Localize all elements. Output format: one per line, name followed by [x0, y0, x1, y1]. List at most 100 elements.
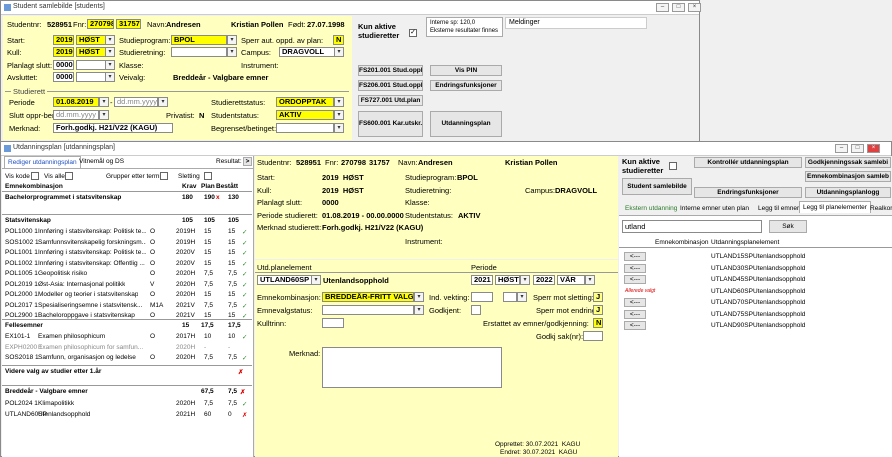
vis-kode-checkbox[interactable] — [31, 172, 39, 180]
periode-year-field[interactable]: 2021 — [471, 275, 493, 285]
add-arrow-button[interactable]: <--- — [624, 275, 646, 284]
fs600-button[interactable]: FS600.001 Kar.utskr. — [358, 111, 423, 137]
periode-to-dropdown[interactable]: ▾ — [158, 97, 168, 107]
slutt-dropdown[interactable]: ▾ — [99, 110, 109, 120]
avsluttet-term-dropdown[interactable]: ▾ — [105, 72, 115, 82]
vis-pin-button[interactable]: Vis PIN — [430, 65, 502, 76]
tab-legg-til-emner[interactable]: Legg til emner — [755, 203, 802, 215]
kun-aktive-checkbox[interactable]: ✓ — [409, 29, 417, 37]
periode-year2-field[interactable]: 2022 — [533, 275, 555, 285]
planlagt-term-field[interactable] — [76, 60, 106, 70]
section-row-statsvitenskap[interactable]: Statsvitenskap 105 105 105 — [2, 216, 252, 226]
periode-from-field[interactable]: 01.08.2019 — [53, 97, 99, 107]
table-row[interactable]: POL2000 1 Modeller og teorier i statsvite… — [2, 290, 252, 300]
periode-term-dropdown[interactable]: ▾ — [520, 275, 530, 285]
endringsfunksjoner-button[interactable]: Endringsfunksjoner — [430, 80, 502, 91]
table-row[interactable]: UTLAND60SP Utenlandsopphold 2021H 60 0 ✗ — [2, 410, 252, 420]
fnr-field-2[interactable]: 31757 — [116, 19, 141, 29]
start-term-dropdown[interactable]: ▾ — [105, 35, 115, 45]
kun-aktive-checkbox[interactable] — [669, 162, 677, 170]
section-row-videre-valg[interactable]: Videre valg av studier etter 1.år ✗ — [2, 367, 252, 377]
section-row-breddear[interactable]: Breddeår - Valgbare emner 67,5 7,5 ✗ — [2, 387, 252, 397]
studentstatus-field[interactable]: AKTIV — [276, 110, 334, 120]
emnekombinasjon-samlebilde-button[interactable]: Emnekombinasjon samleb — [805, 171, 891, 182]
utd-planelement-dropdown[interactable]: ▾ — [311, 275, 321, 285]
table-row[interactable]: POL2017 1 Spesialiseringsemne i statsvite… — [2, 301, 252, 311]
emnevalgstatus-dropdown[interactable]: ▾ — [414, 305, 424, 315]
kull-term-dropdown[interactable]: ▾ — [105, 47, 115, 57]
table-row[interactable]: POL1005 1 Geopolitisk risiko O 2020H 7,5 7,5 ✓ — [2, 269, 252, 279]
table-row[interactable]: SOS1002 1 Samfunnsvitenskapelig forskning… — [2, 238, 252, 248]
sperr-endring-field[interactable]: J — [593, 305, 603, 315]
table-row[interactable]: POL1001 1 Innføring i statsvitenskap: Pol… — [2, 248, 252, 258]
tab-rediger-utdanningsplan[interactable]: Rediger utdanningsplan — [4, 156, 81, 168]
grupper-checkbox[interactable] — [160, 172, 168, 180]
emnevalgstatus-field[interactable] — [322, 305, 414, 315]
table-row[interactable]: EXPH0200 1 Examen philosophicum for samfu… — [2, 343, 252, 353]
emnekombinasjon-dropdown[interactable]: ▾ — [414, 292, 424, 302]
campus-field[interactable]: DRAGVOLL — [279, 47, 335, 57]
studieretning-dropdown[interactable]: ▾ — [227, 47, 237, 57]
minimize-button[interactable]: – — [835, 144, 848, 153]
periode-from-dropdown[interactable]: ▾ — [99, 97, 109, 107]
merknad-textarea[interactable] — [322, 347, 502, 388]
add-arrow-button[interactable]: <--- — [624, 263, 646, 273]
vis-alle-checkbox[interactable] — [65, 172, 73, 180]
tab-ekstern-utdanning[interactable]: Ekstern utdanning — [622, 203, 680, 215]
godkjenningssak-button[interactable]: Godkjenningssak samlebi — [805, 157, 891, 168]
kulltrinn-field[interactable] — [322, 318, 344, 328]
sletting-checkbox[interactable] — [204, 172, 212, 180]
section-row-fellesemner[interactable]: Fellesemner 15 17,5 17,5 — [2, 321, 252, 331]
student-samlebilde-button[interactable]: Student samlebilde — [622, 178, 692, 195]
close-button[interactable]: × — [688, 3, 701, 12]
table-row[interactable]: POL2019 1 Øst-Asia: Internasjonal politik… — [2, 280, 252, 290]
studierettstatus-field[interactable]: ORDOPPTAK — [276, 97, 334, 107]
close-button[interactable]: × — [867, 144, 880, 153]
begrenset-dropdown[interactable]: ▾ — [334, 123, 344, 133]
kontroller-utdanningsplan-button[interactable]: Kontrollér utdanningsplan — [694, 157, 802, 168]
table-row[interactable]: POL1002 1 Innføring i statsvitenskap: Off… — [2, 259, 252, 269]
maximize-button[interactable]: □ — [851, 144, 864, 153]
table-row[interactable]: SOS2018 1 Samfunn, organisasjon og ledels… — [2, 353, 252, 363]
tab-legg-til-planelementer[interactable]: Legg til planelementer — [799, 201, 871, 213]
kull-term-field[interactable]: HØST — [76, 47, 106, 57]
table-row[interactable]: EX101-1 Examen philosophicum O 2017H 10 10 ✓ — [2, 332, 252, 342]
studieretning-field[interactable] — [171, 47, 227, 57]
section-row-bachelor[interactable]: Bachelorprogrammet i statsvitenskap 180 … — [2, 193, 252, 203]
campus-dropdown[interactable]: ▾ — [334, 47, 344, 57]
avsluttet-term-field[interactable] — [76, 72, 106, 82]
kull-year-field[interactable]: 2019 — [53, 47, 74, 57]
studierettstatus-dropdown[interactable]: ▾ — [334, 97, 344, 107]
utdanningsplanlogg-button[interactable]: Utdanningsplanlogg — [805, 187, 891, 198]
tab-vitnemal[interactable]: Vitnemål og DS — [76, 156, 127, 168]
tab-interne-emner[interactable]: Interne emner uten plan — [677, 203, 752, 215]
erstattet-field[interactable]: N — [593, 318, 603, 328]
studieprogram-field[interactable]: BPOL — [171, 35, 227, 45]
minimize-button[interactable]: – — [656, 3, 669, 12]
godkjent-field[interactable] — [471, 305, 481, 315]
sok-button[interactable]: Søk — [769, 220, 807, 233]
add-arrow-button[interactable]: <--- — [624, 321, 646, 330]
planlagt-term-dropdown[interactable]: ▾ — [105, 60, 115, 70]
sperr-field[interactable]: N — [333, 35, 344, 45]
table-row[interactable]: POL2024 1 Klimapolitikk 2020H 7,5 7,5 ✓ — [2, 399, 252, 409]
planlagt-slutt-field[interactable]: 0000 — [53, 60, 74, 70]
ind-vekting-field[interactable] — [471, 292, 493, 302]
fs201-button[interactable]: FS201.001 Stud.oppl. — [358, 65, 423, 76]
add-arrow-button[interactable]: <--- — [624, 298, 646, 307]
utd-planelement-field[interactable]: UTLAND60SP — [257, 275, 312, 285]
ind-vekting-dropdown[interactable]: ▾ — [517, 292, 527, 302]
add-arrow-button[interactable]: <--- — [624, 309, 646, 319]
fnr-field-1[interactable]: 270798 — [87, 19, 114, 29]
periode-to-field[interactable]: dd.mm.yyyy — [114, 97, 158, 107]
start-year-field[interactable]: 2019 — [53, 35, 74, 45]
add-arrow-button[interactable]: <--- — [624, 252, 646, 261]
start-term-field[interactable]: HØST — [76, 35, 106, 45]
table-row[interactable]: POL1000 1 Innføring i statsvitenskap: Pol… — [2, 227, 252, 237]
resultat-button[interactable]: > — [243, 157, 252, 166]
studentstatus-dropdown[interactable]: ▾ — [334, 110, 344, 120]
endringsfunksjoner-button[interactable]: Endringsfunksjoner — [694, 187, 802, 198]
begrenset-field[interactable] — [276, 123, 334, 133]
utdanningsplan-button[interactable]: Utdanningsplan — [430, 111, 502, 137]
periode-term2-field[interactable]: VÅR — [557, 275, 585, 285]
